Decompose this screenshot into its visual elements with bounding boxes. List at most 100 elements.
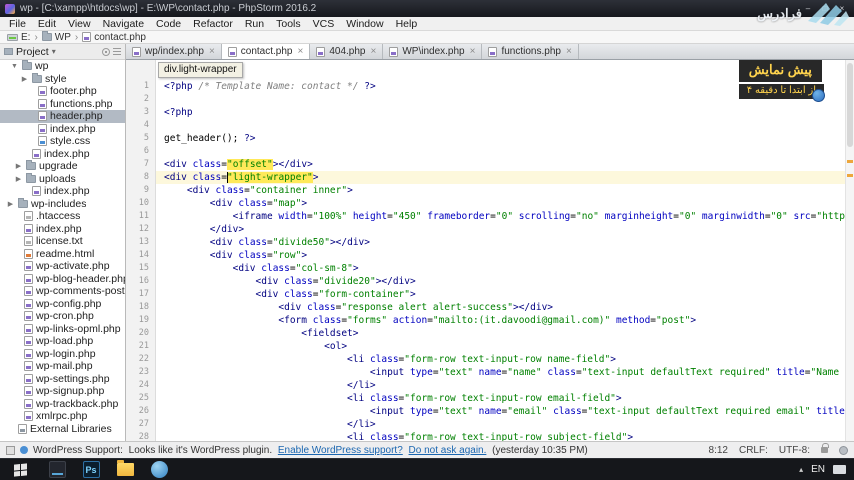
- tree-item-wp-links-opml.php[interactable]: wp-links-opml.php: [0, 323, 125, 336]
- tree-item-upgrade[interactable]: ▶ upgrade: [0, 160, 125, 173]
- toolwindow-toggle-icon[interactable]: [6, 445, 15, 455]
- code-line-25[interactable]: 25 <li class="form-row text-input-row em…: [126, 392, 854, 405]
- hector-inspector-icon[interactable]: [839, 445, 848, 455]
- menu-item-edit[interactable]: Edit: [32, 18, 62, 30]
- tree-item-.htaccess[interactable]: .htaccess: [0, 210, 125, 223]
- code-line-11[interactable]: 11 <iframe width="100%" height="450" fra…: [126, 210, 854, 223]
- chevron-down-icon[interactable]: ▾: [52, 47, 56, 56]
- code-line-8[interactable]: 8 <div class="light-wrapper">: [126, 171, 854, 184]
- close-tab-icon[interactable]: ×: [469, 46, 476, 57]
- code-line-13[interactable]: 13 <div class="divide50"></div>: [126, 236, 854, 249]
- notification-icon[interactable]: [20, 446, 28, 454]
- code-line-24[interactable]: 24 </li>: [126, 379, 854, 392]
- close-tab-icon[interactable]: ×: [565, 46, 572, 57]
- breadcrumb-wp[interactable]: WP: [40, 31, 73, 43]
- code-line-4[interactable]: 4: [126, 119, 854, 132]
- tree-item-wp[interactable]: ▼ wp: [0, 60, 125, 73]
- menu-item-view[interactable]: View: [62, 18, 97, 30]
- tree-item-index.php[interactable]: index.php: [0, 148, 125, 161]
- tab-contact.php[interactable]: contact.php ×: [221, 44, 311, 59]
- tree-item-wp-activate.php[interactable]: wp-activate.php: [0, 260, 125, 273]
- tree-item-index.php[interactable]: index.php: [0, 223, 125, 236]
- caret-position-widget[interactable]: 8:12: [709, 445, 728, 456]
- tree-item-wp-trackback.php[interactable]: wp-trackback.php: [0, 398, 125, 411]
- tree-item-wp-settings.php[interactable]: wp-settings.php: [0, 373, 125, 386]
- code-line-16[interactable]: 16 <div class="divide20"></div>: [126, 275, 854, 288]
- tree-expand-icon[interactable]: ▶: [6, 200, 15, 208]
- tree-expand-icon[interactable]: ▶: [20, 75, 29, 83]
- code-line-19[interactable]: 19 <form class="forms" action="mailto:(i…: [126, 314, 854, 327]
- tab-404.php[interactable]: 404.php ×: [310, 44, 384, 59]
- code-line-20[interactable]: 20 <fieldset>: [126, 327, 854, 340]
- code-line-18[interactable]: 18 <div class="response alert alert-succ…: [126, 301, 854, 314]
- tree-item-wp-cron.php[interactable]: wp-cron.php: [0, 310, 125, 323]
- tab-functions.php[interactable]: functions.php ×: [482, 44, 579, 59]
- menu-item-refactor[interactable]: Refactor: [187, 18, 239, 30]
- tree-item-wp-login.php[interactable]: wp-login.php: [0, 348, 125, 361]
- collapse-all-icon[interactable]: [113, 47, 121, 56]
- tree-item-header.php[interactable]: header.php: [0, 110, 125, 123]
- tree-item-index.php[interactable]: index.php: [0, 185, 125, 198]
- highlight-stripe-marker[interactable]: [847, 174, 853, 177]
- code-line-12[interactable]: 12 </div>: [126, 223, 854, 236]
- encoding-widget[interactable]: UTF-8:: [779, 445, 810, 456]
- enable-wordpress-link[interactable]: Enable WordPress support?: [278, 445, 403, 456]
- code-line-23[interactable]: 23 <input type="text" name="name" class=…: [126, 366, 854, 379]
- tree-expand-icon[interactable]: ▶: [14, 175, 23, 183]
- taskbar-explorer-icon[interactable]: [108, 459, 142, 480]
- project-panel-header[interactable]: Project ▾: [0, 44, 125, 60]
- tree-item-wp-mail.php[interactable]: wp-mail.php: [0, 360, 125, 373]
- language-indicator[interactable]: EN: [811, 464, 825, 475]
- tree-item-wp-blog-header.php[interactable]: wp-blog-header.php: [0, 273, 125, 286]
- code-line-14[interactable]: 14 <div class="row">: [126, 249, 854, 262]
- tab-wp-index.php[interactable]: wp/index.php ×: [126, 44, 222, 59]
- tree-item-style[interactable]: ▶ style: [0, 72, 125, 86]
- tree-item-uploads[interactable]: ▶ uploads: [0, 172, 125, 186]
- breadcrumb-e-[interactable]: E:: [5, 32, 32, 43]
- menu-item-run[interactable]: Run: [239, 18, 270, 30]
- menu-item-tools[interactable]: Tools: [270, 18, 307, 30]
- code-line-5[interactable]: 5 get_header(); ?>: [126, 132, 854, 145]
- settings-gear-icon[interactable]: [102, 47, 110, 56]
- highlight-stripe-marker[interactable]: [847, 160, 853, 163]
- menu-item-code[interactable]: Code: [150, 18, 187, 30]
- start-button[interactable]: [0, 459, 40, 480]
- menu-item-help[interactable]: Help: [390, 18, 424, 30]
- code-line-15[interactable]: 15 <div class="col-sm-8">: [126, 262, 854, 275]
- close-tab-icon[interactable]: ×: [297, 46, 304, 57]
- menu-item-window[interactable]: Window: [340, 18, 389, 30]
- breadcrumb-contact.php[interactable]: contact.php: [80, 32, 148, 43]
- close-button[interactable]: ×: [835, 4, 849, 13]
- maximize-button[interactable]: □: [818, 4, 832, 13]
- editor-scrollbar[interactable]: [845, 60, 854, 441]
- code-line-21[interactable]: 21 <ol>: [126, 340, 854, 353]
- code-line-7[interactable]: 7 <div class="offset"></div>: [126, 158, 854, 171]
- menu-item-vcs[interactable]: VCS: [307, 18, 341, 30]
- hidden-icons-chevron-icon[interactable]: ▴: [799, 465, 803, 474]
- menu-item-file[interactable]: File: [3, 18, 32, 30]
- tree-item-wp-includes[interactable]: ▶ wp-includes: [0, 197, 125, 211]
- tree-item-wp-signup.php[interactable]: wp-signup.php: [0, 385, 125, 398]
- code-line-27[interactable]: 27 </li>: [126, 418, 854, 431]
- editor[interactable]: 1 <?php /* Template Name: contact */ ?> 2 3…: [126, 60, 854, 441]
- tree-item-external-libraries[interactable]: External Libraries: [0, 423, 125, 436]
- code-line-26[interactable]: 26 <input type="text" name="email" class…: [126, 405, 854, 418]
- taskbar-browser-icon[interactable]: [142, 459, 176, 480]
- close-tab-icon[interactable]: ×: [208, 46, 215, 57]
- menu-item-navigate[interactable]: Navigate: [97, 18, 150, 30]
- code-line-9[interactable]: 9 <div class="container inner">: [126, 184, 854, 197]
- code-line-6[interactable]: 6: [126, 145, 854, 158]
- code-line-10[interactable]: 10 <div class="map">: [126, 197, 854, 210]
- tree-expand-icon[interactable]: ▶: [14, 162, 23, 170]
- keyboard-tray-icon[interactable]: [833, 465, 846, 474]
- tree-item-license.txt[interactable]: license.txt: [0, 235, 125, 248]
- tree-item-index.php[interactable]: index.php: [0, 123, 125, 136]
- tree-item-wp-comments-post.php[interactable]: wp-comments-post.php: [0, 285, 125, 298]
- tree-item-functions.php[interactable]: functions.php: [0, 98, 125, 111]
- tree-item-style.css[interactable]: style.css: [0, 135, 125, 148]
- taskbar-terminal-icon[interactable]: [40, 459, 74, 480]
- do-not-ask-again-link[interactable]: Do not ask again.: [409, 445, 487, 456]
- line-separator-widget[interactable]: CRLF:: [739, 445, 768, 456]
- tree-item-xmlrpc.php[interactable]: xmlrpc.php: [0, 410, 125, 423]
- tree-item-readme.html[interactable]: readme.html: [0, 248, 125, 261]
